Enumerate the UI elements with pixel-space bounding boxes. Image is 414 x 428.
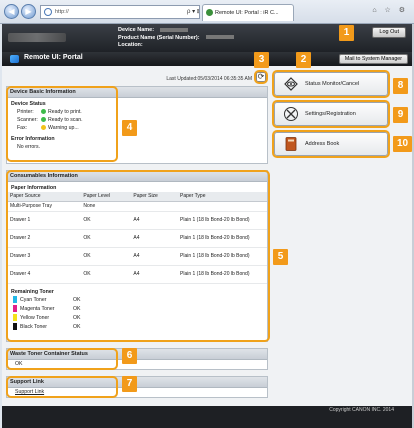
portal-icon — [10, 55, 19, 63]
globe-icon — [44, 8, 52, 16]
location-label: Location: — [118, 42, 143, 48]
last-updated: Last Updated:05/03/2014 06:35:35 AM — [166, 76, 252, 82]
page-title: Remote UI: Portal — [24, 54, 83, 61]
address-bar[interactable]: http:// ρ ▾ ⊠ C ✕ — [40, 5, 200, 19]
page-favicon-icon — [206, 9, 213, 16]
callout-6: 6 — [122, 348, 137, 364]
callout-10: 10 — [393, 136, 412, 152]
copyright: Copyright CANON INC. 2014 — [329, 407, 394, 413]
callout-4: 4 — [122, 120, 137, 136]
main-content: Last Updated:05/03/2014 06:35:35 AM ⟳ De… — [2, 66, 412, 406]
callout-1: 1 — [339, 25, 354, 41]
logout-button[interactable]: Log Out — [372, 27, 406, 38]
back-button[interactable]: ◀ — [4, 4, 19, 19]
product-name-label: Product Name (Serial Number): — [118, 34, 200, 41]
browser-tab[interactable]: Remote UI: Portal : iR C... — [202, 4, 294, 21]
highlight-waste-toner — [6, 348, 118, 370]
highlight-device-basic — [6, 86, 118, 162]
highlight-support — [6, 376, 118, 398]
highlight-settings — [272, 100, 390, 128]
callout-9: 9 — [393, 107, 408, 123]
callout-8: 8 — [393, 78, 408, 94]
tab-title: Remote UI: Portal : iR C... — [215, 10, 279, 16]
callout-2: 2 — [296, 52, 311, 68]
callout-3: 3 — [254, 52, 269, 68]
logo — [8, 33, 66, 42]
highlight-address-book — [272, 130, 390, 158]
browser-toolbar: ◀ ▶ http:// ρ ▾ ⊠ C ✕ Remote UI: Portal … — [0, 0, 414, 24]
device-name-label: Device Name: — [118, 27, 155, 33]
callout-5: 5 — [273, 249, 288, 265]
footer: Copyright CANON INC. 2014 — [2, 406, 412, 428]
address-text: http:// — [55, 9, 69, 15]
device-info: Device Name: Product Name (Serial Number… — [118, 27, 234, 50]
address-tools[interactable]: ρ ▾ ⊠ C ✕ — [187, 6, 199, 18]
highlight-consumables — [6, 170, 270, 342]
portal-bar: Remote UI: Portal Mail to System Manager — [2, 52, 412, 66]
highlight-status-monitor — [272, 70, 390, 98]
callout-7: 7 — [122, 376, 137, 392]
browser-menu-icons[interactable]: ⌂ ☆ ⚙ — [372, 6, 408, 14]
forward-button[interactable]: ▶ — [21, 4, 36, 19]
highlight-refresh — [254, 70, 268, 84]
mail-to-system-manager-button[interactable]: Mail to System Manager — [338, 54, 408, 64]
